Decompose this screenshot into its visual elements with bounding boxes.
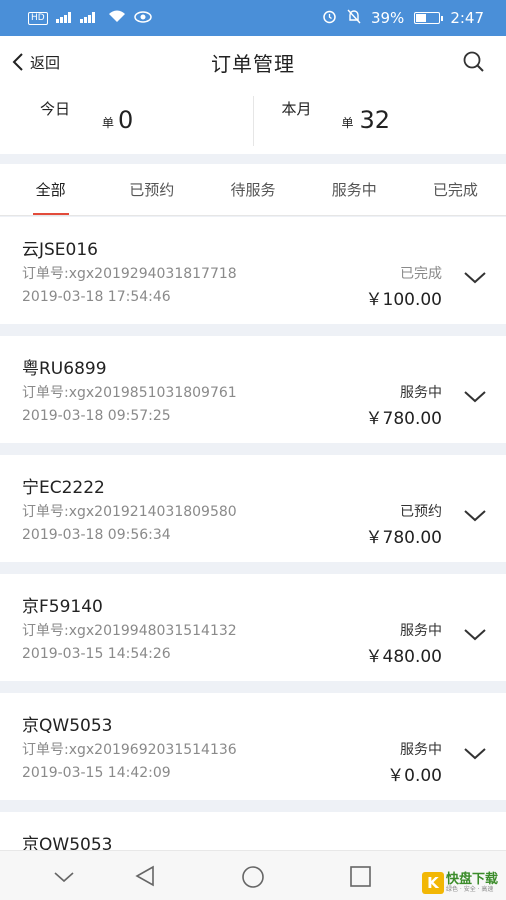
order-price: ￥780.00: [365, 409, 442, 429]
nav-back-icon[interactable]: [134, 865, 156, 887]
order-status: 服务中: [400, 623, 442, 639]
watermark-logo: K 快盘下载 绿色 · 安全 · 高速: [421, 872, 498, 894]
order-price: ￥480.00: [365, 647, 442, 667]
order-time: 2019-03-18 09:56:34: [22, 527, 171, 543]
order-card[interactable]: 云JSE016 订单号:xgx2019294031817718 2019-03-…: [0, 217, 506, 324]
stat-today-label: 今日: [40, 100, 71, 118]
eye-icon: [133, 10, 152, 26]
order-time: 2019-03-18 09:57:25: [22, 408, 171, 424]
order-status: 服务中: [400, 385, 442, 401]
stat-month-label: 本月: [281, 100, 312, 118]
watermark-title: 快盘下载: [445, 872, 498, 887]
expand-chevron-icon[interactable]: [464, 747, 486, 761]
order-plate: 云JSE016: [22, 240, 98, 260]
expand-chevron-icon[interactable]: [464, 628, 486, 642]
order-number: 订单号:xgx2019294031817718: [22, 266, 237, 282]
expand-chevron-icon[interactable]: [464, 271, 486, 285]
tab-in-service[interactable]: 服务中: [304, 164, 405, 215]
nav-home-icon[interactable]: [241, 865, 265, 889]
order-price: ￥780.00: [365, 528, 442, 548]
tab-reserved[interactable]: 已预约: [101, 164, 202, 215]
stat-month-unit: 单: [341, 116, 354, 130]
order-tabs: 全部 已预约 待服务 服务中 已完成: [0, 164, 506, 216]
order-plate: 京QW5053: [22, 716, 113, 736]
order-card[interactable]: 京F59140 订单号:xgx2019948031514132 2019-03-…: [0, 574, 506, 681]
order-card[interactable]: 京QW5053 订单号:xgx2019692031514136 2019-03-…: [0, 693, 506, 800]
order-plate: 宁EC2222: [22, 478, 105, 498]
order-stats: 今日 单 0 本月 单 32: [0, 88, 506, 154]
order-status: 服务中: [400, 742, 442, 758]
system-nav-bar: K 快盘下载 绿色 · 安全 · 高速: [0, 850, 506, 900]
back-button[interactable]: 返回: [12, 36, 60, 88]
expand-chevron-icon[interactable]: [464, 509, 486, 523]
order-time: 2019-03-15 14:54:26: [22, 646, 171, 662]
hd-badge: HD: [28, 11, 48, 25]
order-plate: 京F59140: [22, 597, 103, 617]
order-status: 已完成: [400, 266, 442, 282]
signal-icon: [55, 11, 100, 26]
stat-month-value: 32: [359, 106, 391, 134]
search-icon[interactable]: [462, 50, 486, 78]
watermark-k: K: [421, 872, 444, 894]
expand-chevron-icon[interactable]: [464, 390, 486, 404]
order-card[interactable]: 粤RU6899 订单号:xgx2019851031809761 2019-03-…: [0, 336, 506, 443]
order-list: 云JSE016 订单号:xgx2019294031817718 2019-03-…: [0, 217, 506, 900]
status-left: HD: [28, 10, 152, 26]
order-card[interactable]: 宁EC2222 订单号:xgx2019214031809580 2019-03-…: [0, 455, 506, 562]
order-price: ￥100.00: [365, 290, 442, 310]
back-label: 返回: [30, 53, 61, 72]
watermark-text: 快盘下载 绿色 · 安全 · 高速: [446, 873, 498, 893]
stat-month: 本月 单 32: [252, 96, 506, 146]
stat-today-unit: 单: [102, 116, 115, 130]
order-number: 订单号:xgx2019851031809761: [22, 385, 237, 401]
tab-pending[interactable]: 待服务: [202, 164, 303, 215]
alarm-icon: [322, 9, 337, 28]
tab-completed[interactable]: 已完成: [405, 164, 506, 215]
battery-fill: [416, 14, 426, 22]
order-time: 2019-03-15 14:42:09: [22, 765, 171, 781]
order-price: ￥0.00: [387, 766, 442, 786]
nav-recents-icon[interactable]: [350, 866, 371, 887]
wifi-icon: [108, 10, 126, 26]
back-chevron-icon: [12, 53, 23, 71]
order-time: 2019-03-18 17:54:46: [22, 289, 171, 305]
battery-icon: [414, 12, 444, 24]
order-plate: 粤RU6899: [22, 359, 107, 379]
order-number: 订单号:xgx2019948031514132: [22, 623, 237, 639]
nav-bar: 返回 订单管理: [0, 36, 506, 88]
status-bar: HD 39% 2:47: [0, 0, 506, 36]
stat-today: 今日 单 0: [0, 88, 253, 154]
watermark-sub: 绿色 · 安全 · 高速: [445, 886, 494, 893]
status-right: 39% 2:47: [322, 9, 484, 28]
nav-collapse-icon[interactable]: [54, 871, 74, 883]
stat-today-value: 0: [118, 106, 134, 134]
page-title: 订单管理: [211, 51, 295, 76]
mute-icon: [347, 9, 361, 28]
order-status: 已预约: [400, 504, 442, 520]
order-number: 订单号:xgx2019214031809580: [22, 504, 237, 520]
order-number: 订单号:xgx2019692031514136: [22, 742, 237, 758]
battery-percent: 39%: [370, 9, 405, 27]
tab-all[interactable]: 全部: [0, 164, 101, 215]
clock: 2:47: [450, 9, 484, 27]
